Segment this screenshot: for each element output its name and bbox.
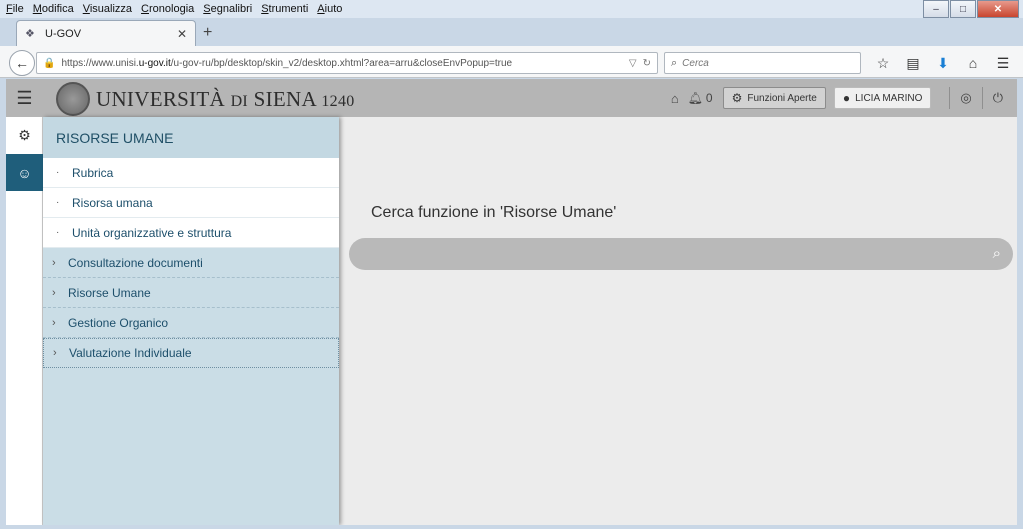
tab-strip: ❖ U-GOV ✕ + bbox=[0, 18, 1023, 46]
home-icon[interactable]: ⌂ bbox=[958, 52, 988, 74]
bell-icon: 🔔︎ bbox=[687, 91, 703, 105]
search-placeholder: Cerca bbox=[682, 57, 709, 69]
help-lifebuoy-icon[interactable]: ◎ bbox=[960, 90, 971, 106]
open-functions-button[interactable]: ⚙ Funzioni Aperte bbox=[722, 87, 826, 109]
menu-group-valutazione-individuale[interactable]: › Valutazione Individuale bbox=[43, 338, 339, 368]
ugov-app: ☰ UNIVERSITÀ DI SIENA 1240 ⌂ 🔔︎ 0 ⚙ Funz… bbox=[6, 79, 1017, 525]
home-icon[interactable]: ⌂ bbox=[671, 91, 679, 106]
notifications[interactable]: 🔔︎ 0 bbox=[685, 91, 713, 105]
menu-item-unita-organizzative[interactable]: · Unità organizzative e struttura bbox=[43, 218, 339, 248]
side-menu: RISORSE UMANE · Rubrica · Risorsa umana … bbox=[43, 117, 339, 525]
address-bar[interactable]: 🔒 https://www.unisi.u-gov.it/u-gov-ru/bp… bbox=[36, 52, 658, 74]
search-icon[interactable]: ⌕ bbox=[993, 245, 1001, 262]
open-functions-label: Funzioni Aperte bbox=[747, 92, 817, 104]
chevron-right-icon: › bbox=[52, 256, 56, 269]
menu-strumenti[interactable]: Strumenti bbox=[261, 3, 308, 15]
url-text: https://www.unisi.u-gov.it/u-gov-ru/bp/d… bbox=[61, 57, 513, 69]
user-name: LICIA MARINO bbox=[855, 92, 923, 104]
chevron-right-icon: › bbox=[52, 316, 56, 329]
function-search-label: Cerca funzione in 'Risorse Umane' bbox=[371, 204, 617, 221]
settings-gears-icon[interactable]: ⚙ bbox=[6, 117, 43, 154]
bullet-icon: · bbox=[56, 197, 60, 208]
window-bottom-border bbox=[0, 525, 1023, 529]
menu-aiuto[interactable]: Aiuto bbox=[317, 3, 342, 15]
university-seal-icon bbox=[56, 82, 90, 116]
divider bbox=[981, 87, 983, 109]
back-arrow-icon[interactable]: ← bbox=[9, 50, 35, 76]
menu-group-consultazione-documenti[interactable]: › Consultazione documenti bbox=[43, 248, 339, 278]
gear-icon: ⚙ bbox=[731, 91, 743, 105]
new-tab-icon[interactable]: + bbox=[203, 24, 212, 42]
toolbar-icons: ☆ ▤ ⬇ ⌂ ☰ bbox=[868, 52, 1018, 74]
menu-group-risorse-umane[interactable]: › Risorse Umane bbox=[43, 278, 339, 308]
menu-visualizza[interactable]: Visualizza bbox=[83, 3, 132, 15]
hamburger-menu-icon[interactable]: ☰ bbox=[988, 52, 1018, 74]
favicon-icon: ❖ bbox=[25, 27, 35, 40]
app-header: ☰ UNIVERSITÀ DI SIENA 1240 ⌂ 🔔︎ 0 ⚙ Funz… bbox=[6, 79, 1017, 117]
human-resources-icon[interactable]: ☺ bbox=[6, 154, 43, 191]
close-window-icon[interactable]: ✕ bbox=[977, 0, 1019, 18]
power-logout-icon[interactable]: ⏻ bbox=[993, 90, 1003, 106]
menu-cronologia[interactable]: Cronologia bbox=[141, 3, 194, 15]
dropdown-arrow-icon[interactable]: ▽ bbox=[629, 58, 637, 69]
menu-item-risorsa-umana[interactable]: · Risorsa umana bbox=[43, 188, 339, 218]
tab-title: U-GOV bbox=[45, 27, 82, 40]
function-search-input[interactable] bbox=[365, 238, 965, 270]
browser-tab[interactable]: ❖ U-GOV ✕ bbox=[16, 20, 196, 46]
close-tab-icon[interactable]: ✕ bbox=[177, 27, 187, 41]
chevron-right-icon: › bbox=[52, 286, 56, 299]
side-menu-title: RISORSE UMANE bbox=[43, 117, 339, 158]
browser-menubar: File Modifica Visualizza Cronologia Segn… bbox=[0, 0, 1023, 18]
logo-text: UNIVERSITÀ DI SIENA 1240 bbox=[96, 86, 355, 111]
lock-icon: 🔒 bbox=[43, 57, 56, 69]
minimize-icon[interactable]: – bbox=[923, 0, 949, 18]
window-controls: – □ ✕ bbox=[922, 0, 1019, 18]
university-logo: UNIVERSITÀ DI SIENA 1240 bbox=[56, 82, 355, 116]
browser-search-input[interactable]: ⌕ Cerca bbox=[664, 52, 861, 74]
reading-list-icon[interactable]: ▤ bbox=[898, 52, 928, 74]
menu-file[interactable]: File bbox=[6, 3, 24, 15]
reload-icon[interactable]: ↻ bbox=[643, 58, 651, 69]
left-rail: ⚙ ☺ bbox=[6, 117, 43, 525]
menu-group-gestione-organico[interactable]: › Gestione Organico bbox=[43, 308, 339, 338]
bullet-icon: · bbox=[56, 167, 60, 178]
maximize-icon[interactable]: □ bbox=[950, 0, 976, 18]
menu-segnalibri[interactable]: Segnalibri bbox=[203, 3, 252, 15]
main-content: Cerca funzione in 'Risorse Umane' ⌕ bbox=[339, 117, 1017, 525]
navigation-bar: ← 🔒 https://www.unisi.u-gov.it/u-gov-ru/… bbox=[0, 46, 1023, 78]
notifications-count: 0 bbox=[705, 91, 713, 105]
header-actions: ⌂ 🔔︎ 0 ⚙ Funzioni Aperte ● LICIA MARINO … bbox=[665, 79, 1017, 117]
bookmark-star-icon[interactable]: ☆ bbox=[868, 52, 898, 74]
search-icon: ⌕ bbox=[671, 56, 678, 69]
user-icon: ● bbox=[842, 91, 851, 105]
app-menu-icon[interactable]: ☰ bbox=[6, 79, 43, 117]
user-button[interactable]: ● LICIA MARINO bbox=[833, 87, 932, 109]
bullet-icon: · bbox=[56, 227, 60, 238]
download-icon[interactable]: ⬇ bbox=[928, 52, 958, 74]
chevron-right-icon: › bbox=[53, 347, 57, 359]
divider bbox=[949, 87, 951, 109]
menu-item-rubrica[interactable]: · Rubrica bbox=[43, 158, 339, 188]
menu-modifica[interactable]: Modifica bbox=[33, 3, 74, 15]
function-search-box[interactable]: ⌕ bbox=[349, 238, 1013, 270]
